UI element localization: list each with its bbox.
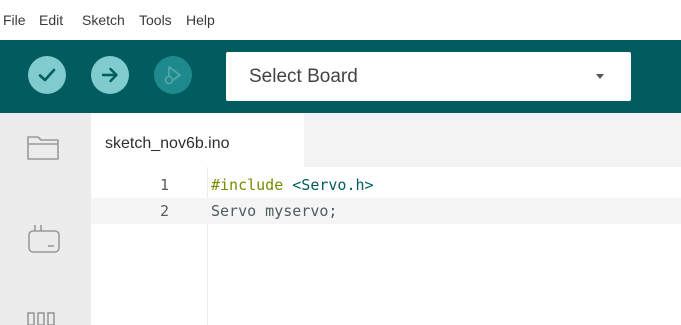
code-line-active: 2 Servo myservo;: [91, 198, 681, 224]
line-code: #include <Servo.h>: [211, 172, 374, 198]
sidebar: [0, 113, 91, 325]
tab-sketch-file[interactable]: sketch_nov6b.ino: [91, 113, 304, 167]
menu-bar: File Edit Sketch Tools Help: [0, 0, 681, 40]
tab-strip: sketch_nov6b.ino: [91, 113, 681, 167]
tab-label: sketch_nov6b.ino: [105, 135, 230, 152]
arrow-right-icon: [101, 67, 118, 83]
include-target: <Servo.h>: [292, 176, 374, 194]
code-editor[interactable]: 1 #include <Servo.h> 2 Servo myservo;: [91, 167, 681, 325]
line-number: 1: [159, 176, 169, 194]
code-line: 1 #include <Servo.h>: [91, 172, 681, 198]
editor-panel: sketch_nov6b.ino 1 #include <Servo.h> 2 …: [91, 113, 681, 325]
caret-down-icon: [596, 74, 604, 79]
verify-button[interactable]: [28, 56, 66, 94]
folder-icon[interactable]: [26, 133, 60, 161]
debug-button[interactable]: [154, 56, 192, 94]
menu-sketch[interactable]: Sketch: [82, 12, 125, 28]
menu-tools[interactable]: Tools: [139, 12, 172, 28]
checkmark-icon: [38, 68, 56, 82]
boards-icon[interactable]: [26, 221, 62, 255]
board-select-value: Select Board: [249, 66, 358, 87]
menu-help[interactable]: Help: [186, 12, 215, 28]
menu-edit[interactable]: Edit: [39, 12, 63, 28]
line-number: 2: [159, 202, 169, 220]
library-icon[interactable]: [26, 311, 60, 325]
debug-icon: [164, 66, 181, 85]
include-directive: #include: [211, 176, 284, 194]
board-select[interactable]: Select Board: [226, 52, 631, 101]
upload-button[interactable]: [91, 56, 129, 94]
line-code: Servo myservo;: [211, 202, 338, 220]
menu-file[interactable]: File: [3, 12, 26, 28]
